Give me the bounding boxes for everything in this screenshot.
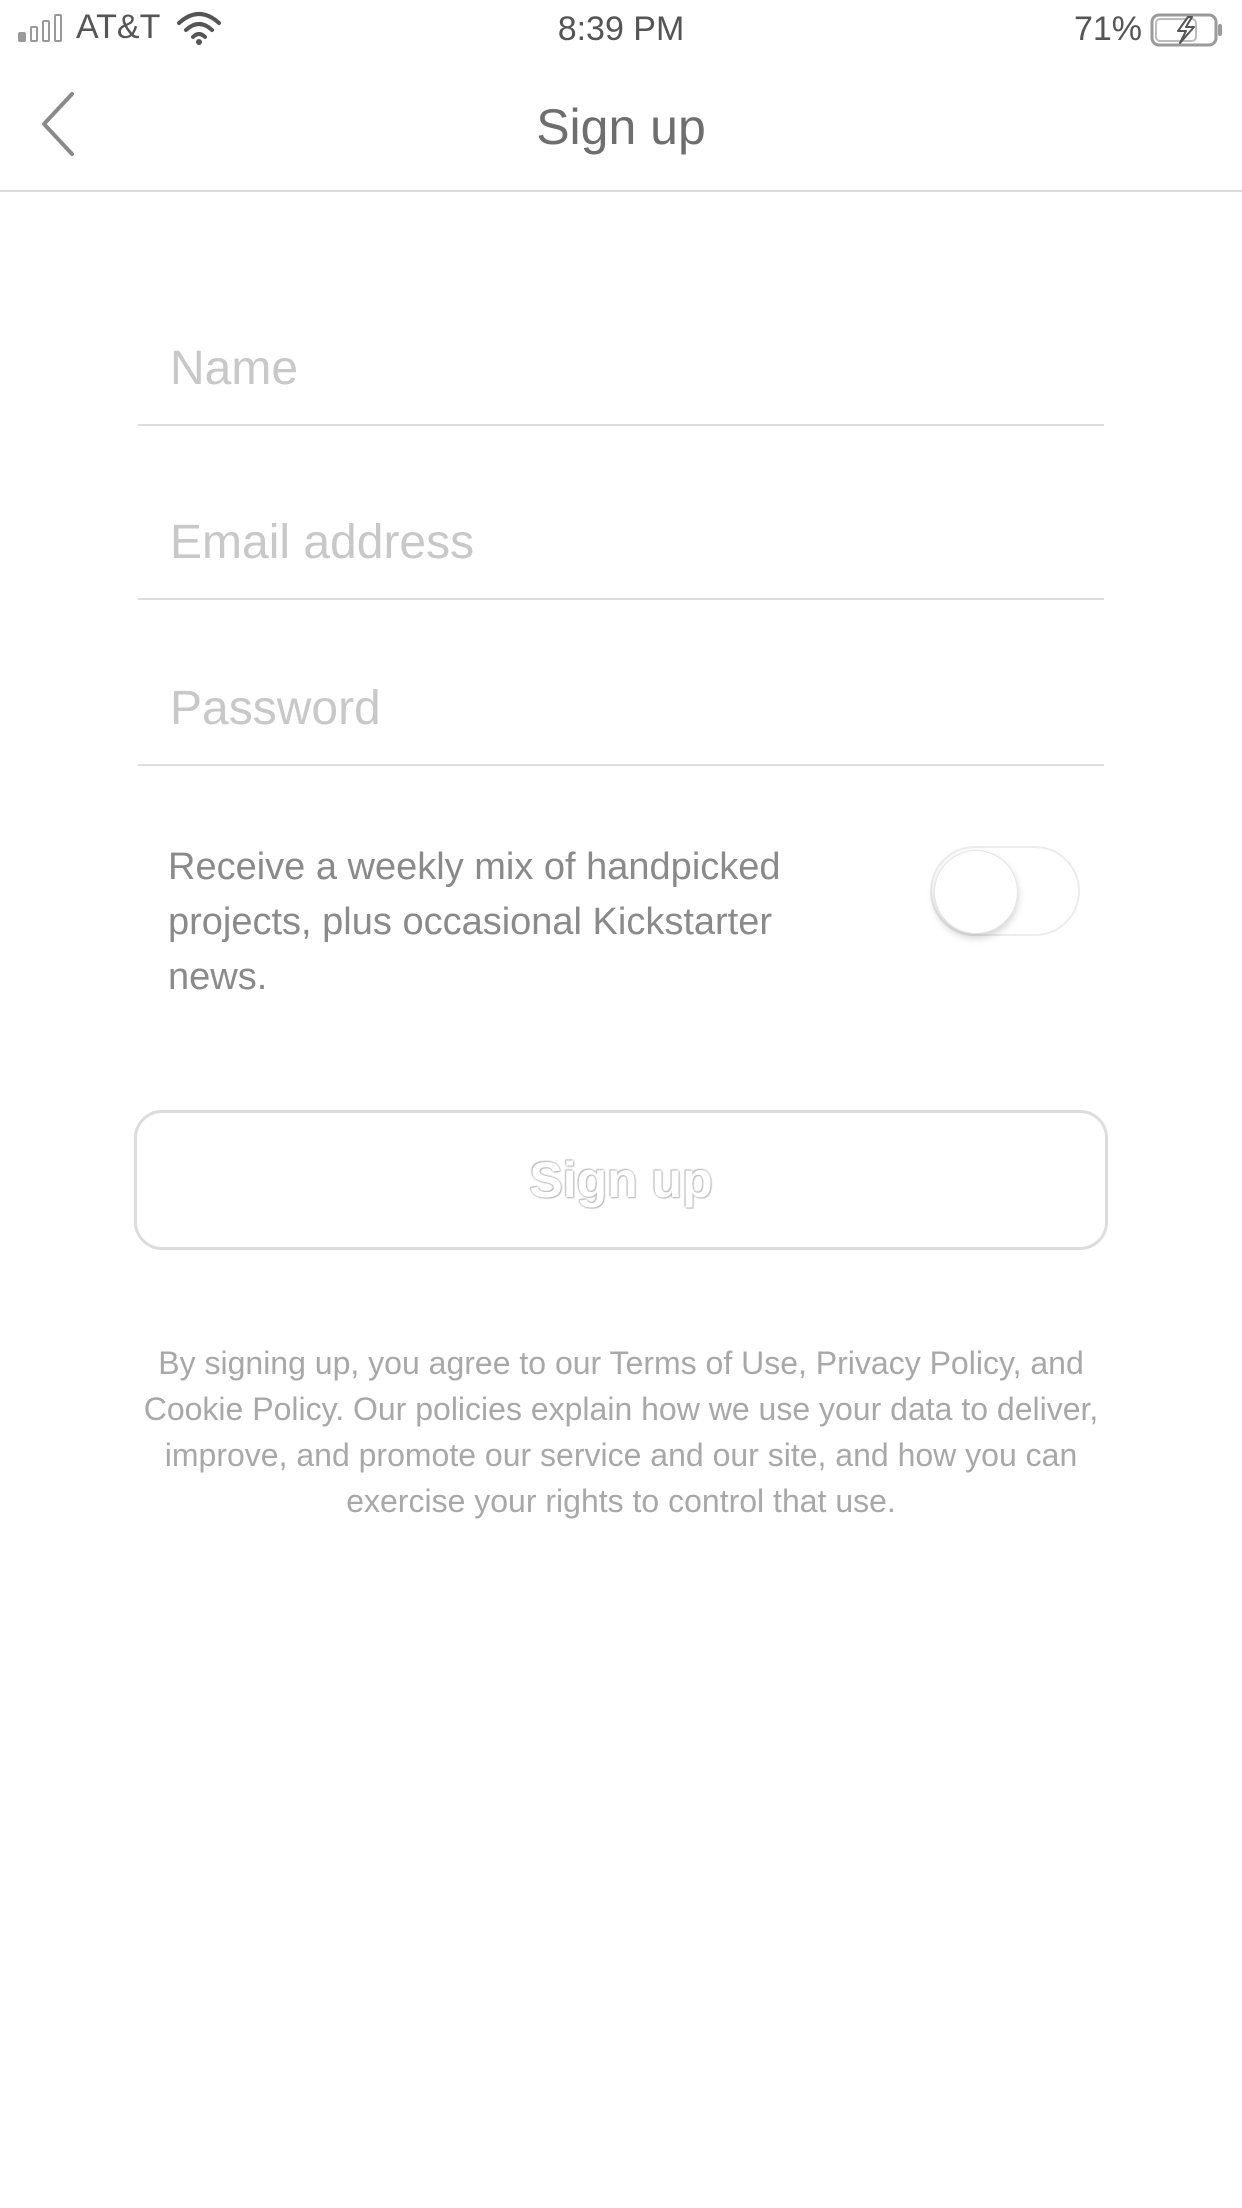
legal-text[interactable]: By signing up, you agree to our Terms of… — [128, 1340, 1114, 1524]
password-input[interactable] — [170, 676, 1070, 740]
toggle-knob — [934, 850, 1018, 934]
battery-charging-icon — [1150, 13, 1222, 46]
newsletter-label: Receive a weekly mix of handpicked proje… — [168, 846, 781, 998]
newsletter-toggle[interactable] — [930, 846, 1080, 936]
battery-percent: 71% — [1073, 10, 1142, 48]
signup-screen: AT&T 8:39 PM 71% Sign up Name Email addr… — [0, 0, 1242, 2208]
email-field — [138, 490, 1104, 600]
signup-button-label: Sign up — [529, 1152, 713, 1208]
email-input[interactable] — [170, 510, 1070, 574]
status-time: 8:39 PM — [557, 10, 685, 48]
status-bar: AT&T 8:39 PM 71% — [0, 0, 1242, 58]
signup-button[interactable]: Sign up — [134, 1110, 1108, 1250]
nav-bar: Sign up — [0, 58, 1242, 192]
name-input[interactable] — [170, 336, 1070, 400]
page-title: Sign up — [536, 99, 706, 155]
name-field — [138, 316, 1104, 426]
status-right: 71% — [1074, 10, 1224, 49]
password-field — [138, 656, 1104, 766]
